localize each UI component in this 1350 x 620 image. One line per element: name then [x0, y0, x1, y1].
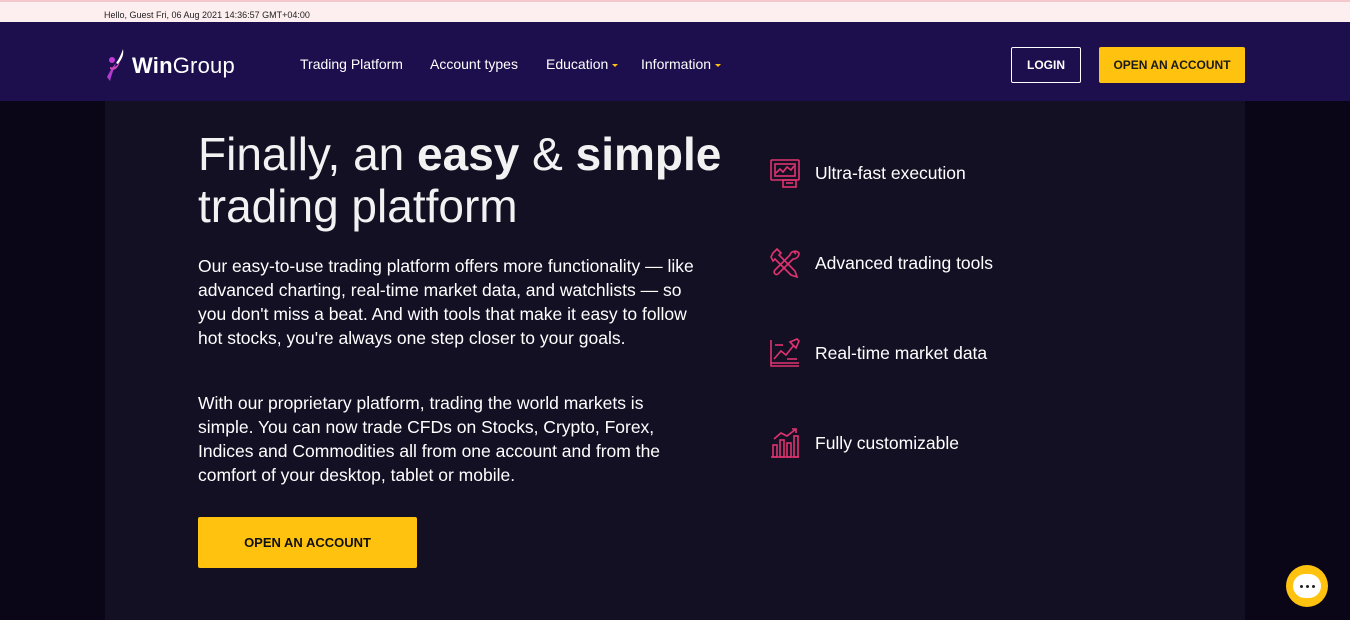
monitor-chart-icon: [770, 159, 800, 188]
hero-paragraph-1: Our easy-to-use trading platform offers …: [198, 256, 694, 348]
greeting-text: Hello, Guest Fri, 06 Aug 2021 14:36:57 G…: [104, 10, 310, 20]
feature-advanced-trading-tools: Advanced trading tools: [769, 247, 993, 279]
nav-label: Trading Platform: [300, 56, 403, 72]
login-button[interactable]: LOGIN: [1011, 47, 1081, 83]
feature-label: Real-time market data: [815, 342, 988, 363]
nav-label: Account types: [430, 56, 518, 72]
caret-down-icon: [715, 63, 722, 67]
title-part: Finally, an: [198, 128, 418, 180]
chart-pencil-icon: [770, 338, 800, 367]
wingroup-logo-icon: [107, 49, 124, 81]
nav-label: Education: [546, 56, 609, 72]
wrench-screwdriver-icon: [770, 247, 800, 279]
feature-fully-customizable: Fully customizable: [769, 427, 959, 459]
open-account-header-button[interactable]: OPEN AN ACCOUNT: [1099, 47, 1245, 83]
caret-down-icon: [612, 63, 619, 67]
title-bold-easy: easy: [417, 128, 520, 180]
dot: [1305, 584, 1309, 588]
bar-chart-growth-icon: [771, 428, 799, 458]
nav-label: Information: [641, 56, 712, 72]
hero-title: Finally, an easy & simple trading platfor…: [198, 128, 758, 232]
logo-text-rest: Group: [172, 53, 235, 78]
open-account-main-button[interactable]: OPEN AN ACCOUNT: [198, 517, 417, 568]
title-bold-simple: simple: [575, 128, 722, 180]
logo-text: WinGroup: [132, 53, 235, 79]
dot: [1311, 584, 1315, 588]
chat-bubble-icon: [1293, 574, 1321, 598]
nav-information[interactable]: Information: [641, 56, 722, 72]
feature-real-time-market-data: Real-time market data: [769, 337, 987, 369]
nav-trading-platform[interactable]: Trading Platform: [300, 56, 403, 72]
feature-ultra-fast-execution: Ultra-fast execution: [769, 157, 966, 189]
chat-widget-button[interactable]: [1286, 565, 1328, 607]
title-part: &: [519, 128, 576, 180]
nav-account-types[interactable]: Account types: [430, 56, 518, 72]
title-line2: trading platform: [198, 180, 518, 232]
feature-label: Fully customizable: [815, 432, 959, 453]
logo-text-bold: Win: [132, 53, 173, 78]
top-info-bar: Hello, Guest Fri, 06 Aug 2021 14:36:57 G…: [0, 0, 1350, 22]
dot: [1299, 584, 1303, 588]
nav-education[interactable]: Education: [546, 56, 619, 72]
hero-paragraph-2: With our proprietary platform, trading t…: [198, 393, 661, 485]
site-header: WinGroup Trading Platform Account types …: [0, 22, 1350, 101]
feature-label: Advanced trading tools: [815, 252, 994, 273]
wingroup-logo[interactable]: WinGroup: [104, 46, 235, 86]
feature-label: Ultra-fast execution: [815, 162, 966, 183]
